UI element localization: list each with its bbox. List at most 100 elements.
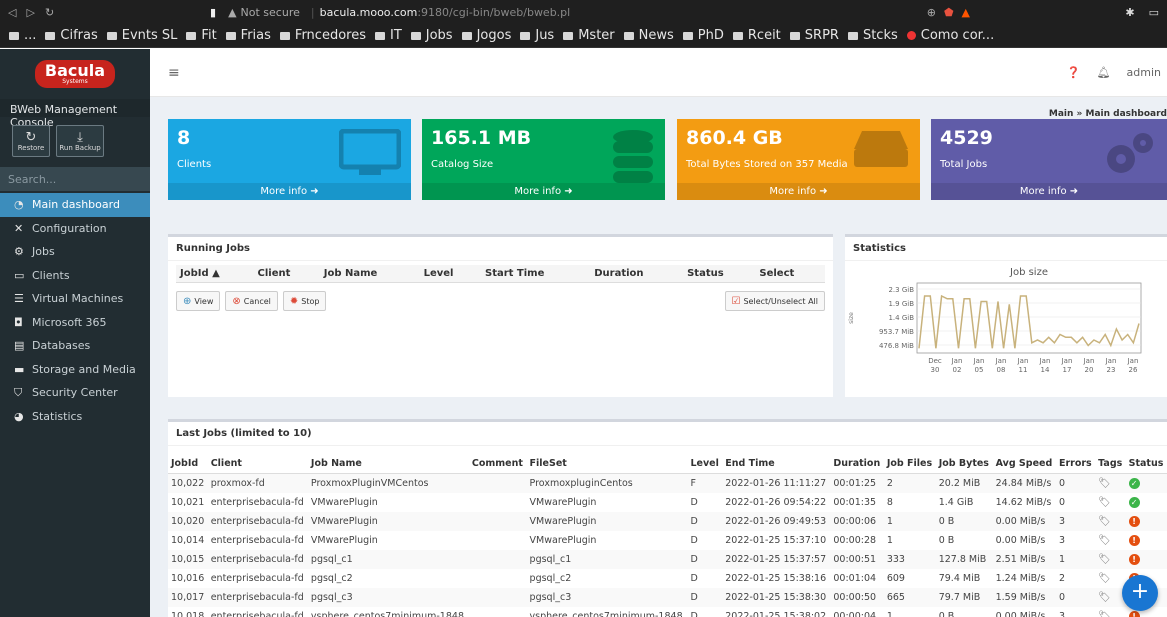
cell-tags[interactable]: 🏷︎ <box>1095 607 1125 617</box>
reload-icon[interactable]: ↻ <box>45 6 54 19</box>
cell-tags[interactable]: 🏷︎ <box>1095 531 1125 550</box>
bookmark-item[interactable]: Fit <box>186 28 217 43</box>
bell-icon[interactable]: 🔔︎ <box>1097 66 1111 79</box>
bytes-more-info-link[interactable]: More info ➜ <box>677 183 920 200</box>
jobs-more-info-link[interactable]: More info ➜ <box>931 183 1167 200</box>
bookmark-item[interactable]: Frncedores <box>279 28 366 43</box>
tag-icon[interactable]: 🏷︎ <box>1098 554 1111 565</box>
view-button[interactable]: ⊕ View <box>176 291 221 311</box>
cell-tags[interactable]: 🏷︎ <box>1095 549 1126 569</box>
column-header[interactable]: Client <box>207 454 308 474</box>
column-header[interactable]: FileSet <box>526 454 688 474</box>
address-bar[interactable]: ▮ ▲ Not secure | bacula.mooo.com :9180/c… <box>210 3 970 21</box>
column-header[interactable]: Duration <box>830 454 884 474</box>
sidebar-item-databases[interactable]: ▤ Databases <box>0 334 150 358</box>
column-header[interactable]: Comment <box>468 454 527 474</box>
table-row[interactable]: 10,021 enterprisebacula-fd VMwarePlugin VMw… <box>168 493 1167 512</box>
table-row[interactable]: 10,016 enterprisebacula-fd pgsql_c2 pgsql_c… <box>168 569 1167 588</box>
cancel-button[interactable]: ⊗ Cancel <box>225 291 278 311</box>
stop-button[interactable]: ✹ Stop <box>282 291 327 311</box>
rewards-icon[interactable]: ▲ <box>962 6 970 19</box>
cell-tags[interactable]: 🏷︎ <box>1095 493 1125 512</box>
breadcrumb-root[interactable]: Main <box>1049 109 1074 119</box>
column-header[interactable]: Tags <box>1095 454 1126 474</box>
back-icon[interactable]: ◁ <box>8 6 16 19</box>
sidebar-item-clients[interactable]: ▭ Clients <box>0 264 150 288</box>
window-icon[interactable]: ▭ <box>1149 6 1159 19</box>
sidebar-item-jobs[interactable]: ⚙ Jobs <box>0 240 150 264</box>
bookmark-item[interactable]: Stcks <box>847 28 898 43</box>
brave-shield-icon[interactable]: ⬟ <box>944 6 954 19</box>
column-header[interactable]: Duration <box>590 265 684 283</box>
sidebar-item-storage-and-media[interactable]: ▬ Storage and Media <box>0 358 150 382</box>
column-header[interactable]: Status <box>1125 454 1167 474</box>
bookmark-icon[interactable]: ▮ <box>210 6 216 19</box>
column-header[interactable]: Client <box>253 265 320 283</box>
column-header[interactable]: JobId ▲ <box>176 265 254 283</box>
user-menu[interactable]: admin <box>1127 66 1161 79</box>
tag-icon[interactable]: 🏷︎ <box>1098 497 1111 508</box>
table-row[interactable]: 10,022 proxmox-fd ProxmoxPluginVMCentos Pro… <box>168 473 1167 493</box>
column-header[interactable]: Start Time <box>481 265 591 283</box>
bookmark-item[interactable]: IT <box>374 28 402 43</box>
column-header[interactable]: Job Files <box>883 454 936 474</box>
table-row[interactable]: 10,015 enterprisebacula-fd pgsql_c1 pgsql_c… <box>168 549 1167 569</box>
bookmark-item[interactable]: Mster <box>563 28 615 43</box>
bookmark-item[interactable]: Cifras <box>45 28 98 43</box>
catalog-more-info-link[interactable]: More info ➜ <box>422 183 665 200</box>
add-button[interactable]: + <box>1122 575 1158 611</box>
bookmark-item[interactable]: ... <box>9 28 36 43</box>
column-header[interactable]: Level <box>419 265 481 283</box>
table-row[interactable]: 10,018 enterprisebacula-fd vsphere_centos7… <box>168 607 1167 617</box>
forward-icon[interactable]: ▷ <box>26 6 34 19</box>
bookmark-item[interactable]: Rceit <box>732 28 781 43</box>
run-backup-button[interactable]: ⤓ Run Backup <box>56 125 104 157</box>
restore-button[interactable]: ↻ Restore <box>12 125 50 157</box>
table-row[interactable]: 10,020 enterprisebacula-fd VMwarePlugin VMw… <box>168 511 1167 531</box>
column-header[interactable]: Avg Speed <box>992 454 1056 474</box>
column-header[interactable]: Job Bytes <box>935 454 993 474</box>
cell-tags[interactable]: 🏷︎ <box>1095 587 1126 607</box>
clients-more-info-link[interactable]: More info ➜ <box>168 183 411 200</box>
search-input[interactable] <box>0 167 153 191</box>
bookmark-item[interactable]: News <box>623 28 674 43</box>
column-header[interactable]: Job Name <box>307 454 469 474</box>
column-header[interactable]: Level <box>687 454 723 474</box>
bookmark-item[interactable]: Jogos <box>461 28 511 43</box>
sidebar-item-main-dashboard[interactable]: ◔ Main dashboard <box>0 193 150 217</box>
bookmark-item[interactable]: Jus <box>520 28 554 43</box>
zoom-icon[interactable]: ⊕ <box>927 6 936 19</box>
tag-icon[interactable]: 🏷︎ <box>1098 592 1111 603</box>
tag-icon[interactable]: 🏷︎ <box>1098 535 1111 546</box>
tag-icon[interactable]: 🏷︎ <box>1098 573 1111 584</box>
bookmark-item[interactable]: Como cor... <box>906 28 994 43</box>
column-header[interactable]: Status <box>683 265 756 283</box>
bookmark-item[interactable]: SRPR <box>789 28 839 43</box>
cell-tags[interactable]: 🏷︎ <box>1095 569 1125 588</box>
cell-tags[interactable]: 🏷︎ <box>1095 473 1126 493</box>
sidebar-item-microsoft-365[interactable]: ◘ Microsoft 365 <box>0 311 150 335</box>
table-row[interactable]: 10,014 enterprisebacula-fd VMwarePlugin VMw… <box>168 531 1167 550</box>
sidebar-item-security-center[interactable]: ⛉ Security Center <box>0 381 150 405</box>
sidebar-item-statistics[interactable]: ◕ Statistics <box>0 405 150 429</box>
bookmark-item[interactable]: Evnts SL <box>106 28 177 43</box>
bookmark-item[interactable]: Frias <box>225 28 271 43</box>
tag-icon[interactable]: 🏷︎ <box>1098 611 1111 617</box>
column-header[interactable]: Select <box>755 265 825 283</box>
menu-toggle-icon[interactable]: ≡ <box>168 65 180 81</box>
cell-tags[interactable]: 🏷︎ <box>1095 511 1126 531</box>
tag-icon[interactable]: 🏷︎ <box>1098 478 1111 489</box>
column-header[interactable]: End Time <box>722 454 831 474</box>
table-row[interactable]: 10,017 enterprisebacula-fd pgsql_c3 pgsql_c… <box>168 587 1167 607</box>
help-icon[interactable]: ❓ <box>1067 66 1081 79</box>
column-header[interactable]: JobId <box>168 454 208 474</box>
sidebar-item-configuration[interactable]: ✕ Configuration <box>0 217 150 241</box>
tag-icon[interactable]: 🏷︎ <box>1098 516 1111 527</box>
column-header[interactable]: Job Name <box>319 265 420 283</box>
select-all-button[interactable]: ☑ Select/Unselect All <box>724 291 825 311</box>
column-header[interactable]: Errors <box>1055 454 1096 474</box>
extensions-icon[interactable]: ✱ <box>1125 6 1134 19</box>
bookmark-item[interactable]: PhD <box>682 28 724 43</box>
bookmark-item[interactable]: Jobs <box>410 28 453 43</box>
sidebar-item-virtual-machines[interactable]: ☰ Virtual Machines <box>0 287 150 311</box>
